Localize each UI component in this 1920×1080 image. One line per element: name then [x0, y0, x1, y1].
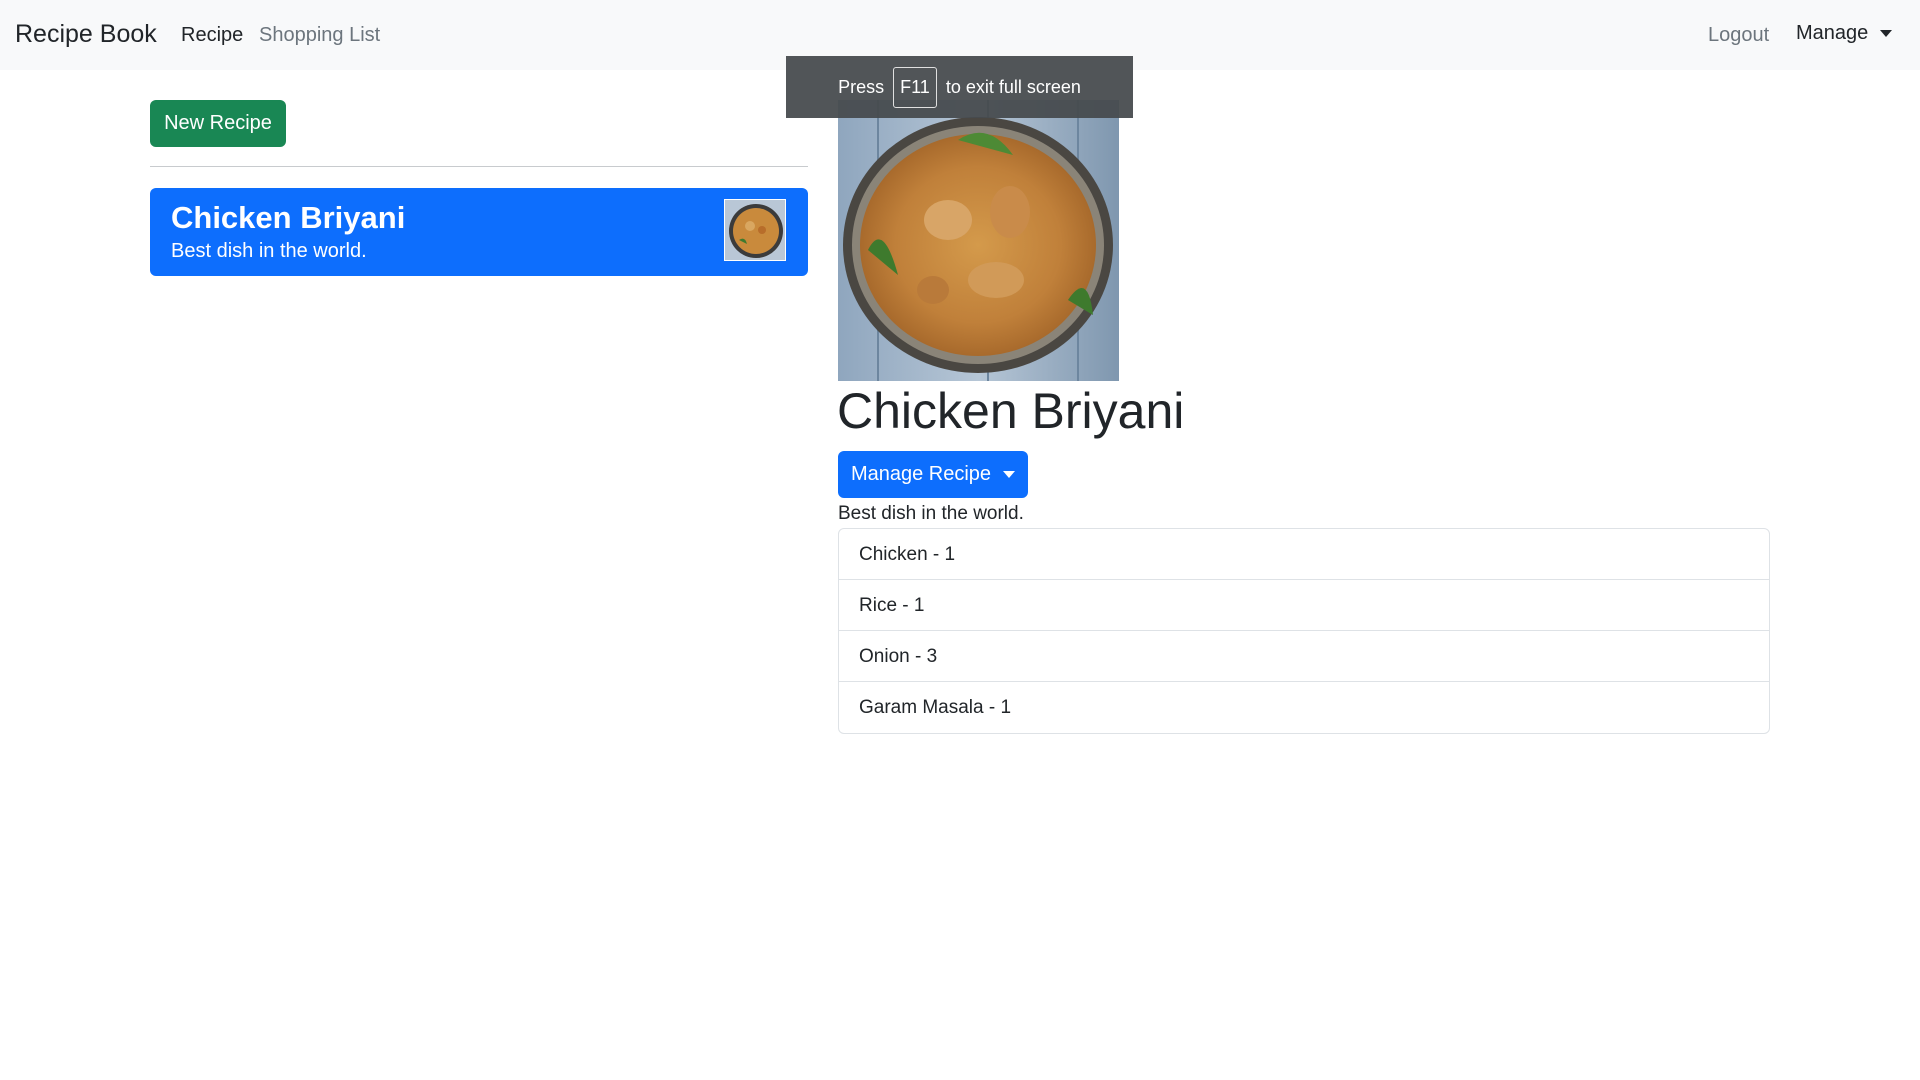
recipe-thumbnail [724, 199, 786, 261]
ingredient-item[interactable]: Rice - 1 [839, 580, 1769, 631]
recipe-description: Best dish in the world. [838, 503, 1024, 524]
toast-press-text: Press [838, 76, 885, 97]
manage-dropdown-label: Manage [1796, 22, 1869, 44]
brand-link[interactable]: Recipe Book [15, 20, 157, 49]
ingredient-item[interactable]: Chicken - 1 [839, 529, 1769, 580]
toast-message: to exit full screen [945, 76, 1081, 97]
manage-recipe-button[interactable]: Manage Recipe [838, 451, 1028, 498]
manage-recipe-label: Manage Recipe [850, 463, 992, 485]
recipe-list-item[interactable]: Chicken Briyani Best dish in the world. [150, 188, 808, 276]
divider [150, 166, 808, 167]
recipe-item-title: Chicken Briyani [171, 200, 406, 235]
caret-down-icon [1880, 30, 1893, 37]
ingredient-item[interactable]: Garam Masala - 1 [839, 682, 1769, 733]
biryani-image [838, 100, 1119, 381]
nav-shopping-list-link[interactable]: Shopping List [259, 24, 380, 47]
recipe-title: Chicken Briyani [837, 383, 1185, 439]
manage-dropdown[interactable]: Manage [1796, 22, 1893, 45]
fullscreen-exit-toast: Press F11 to exit full screen [786, 56, 1133, 118]
logout-link[interactable]: Logout [1708, 24, 1769, 47]
toast-key: F11 [893, 66, 937, 108]
nav-recipe-link[interactable]: Recipe [181, 24, 243, 47]
new-recipe-button[interactable]: New Recipe [150, 100, 286, 147]
ingredient-list: Chicken - 1 Rice - 1 Onion - 3 Garam Mas… [838, 528, 1770, 734]
caret-down-icon [1003, 471, 1016, 478]
recipe-item-description: Best dish in the world. [171, 240, 367, 262]
ingredient-item[interactable]: Onion - 3 [839, 631, 1769, 682]
